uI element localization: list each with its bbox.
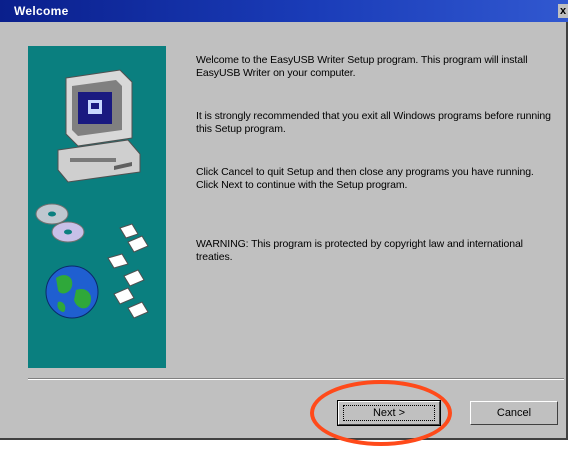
- next-button[interactable]: Next >: [337, 400, 441, 426]
- intro-paragraph: Welcome to the EasyUSB Writer Setup prog…: [196, 54, 528, 79]
- next-button-label: Next >: [372, 407, 406, 419]
- instructions-paragraph: Click Cancel to quit Setup and then clos…: [196, 166, 534, 191]
- close-icon[interactable]: x: [558, 4, 568, 18]
- computer-icon: [57, 69, 141, 183]
- globe-icon: [45, 265, 99, 319]
- cd-icon: [35, 203, 85, 243]
- setup-side-panel: [28, 46, 166, 368]
- window-title: Welcome: [14, 4, 69, 18]
- warning-paragraph: WARNING: This program is protected by co…: [196, 238, 523, 263]
- document-icon: [107, 223, 149, 319]
- cancel-button[interactable]: Cancel: [470, 401, 558, 425]
- divider: [28, 378, 564, 380]
- title-bar[interactable]: Welcome x: [0, 0, 568, 22]
- recommendation-paragraph: It is strongly recommended that you exit…: [196, 110, 551, 135]
- setup-welcome-window: Welcome x Welcome to the EasyUSB Writer …: [0, 0, 568, 440]
